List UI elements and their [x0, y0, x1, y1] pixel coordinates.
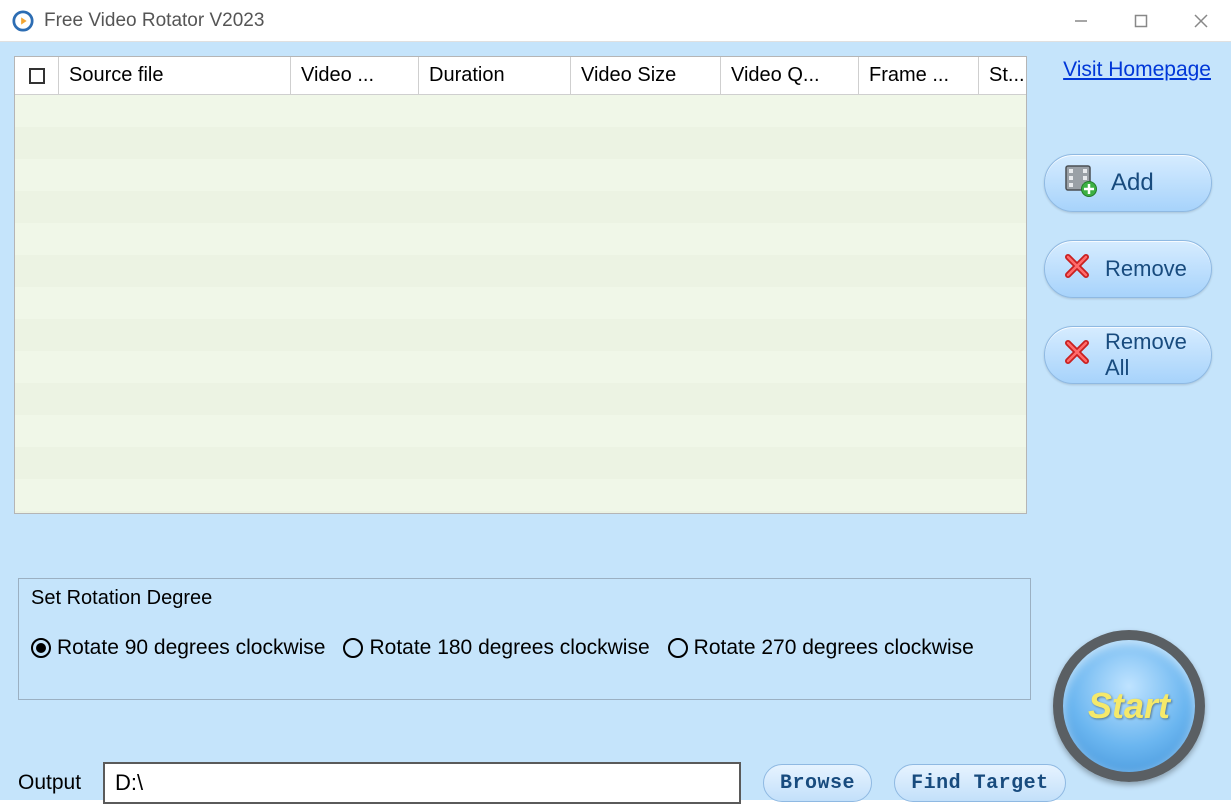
radio-270-label: Rotate 270 degrees clockwise: [694, 636, 974, 660]
client-area: Source file Video ... Duration Video Siz…: [0, 42, 1231, 800]
output-path-field[interactable]: D:\: [103, 762, 741, 804]
select-all-checkbox[interactable]: [15, 57, 59, 94]
rotation-group: Set Rotation Degree Rotate 90 degrees cl…: [18, 578, 1031, 700]
table-header: Source file Video ... Duration Video Siz…: [15, 57, 1026, 95]
table-body[interactable]: [15, 95, 1026, 513]
minimize-button[interactable]: [1051, 0, 1111, 42]
col-quality[interactable]: Video Q...: [721, 57, 859, 94]
file-table: Source file Video ... Duration Video Siz…: [14, 56, 1027, 514]
output-label: Output: [18, 771, 81, 795]
radio-180[interactable]: Rotate 180 degrees clockwise: [343, 636, 649, 660]
start-label: Start: [1088, 685, 1170, 727]
browse-button[interactable]: Browse: [763, 764, 872, 802]
app-title: Free Video Rotator V2023: [44, 10, 264, 32]
radio-270[interactable]: Rotate 270 degrees clockwise: [668, 636, 974, 660]
visit-homepage-link[interactable]: Visit Homepage: [1063, 58, 1211, 82]
titlebar: Free Video Rotator V2023: [0, 0, 1231, 42]
output-path-value: D:\: [115, 770, 143, 796]
radio-180-label: Rotate 180 degrees clockwise: [369, 636, 649, 660]
remove-all-button[interactable]: Remove All: [1044, 326, 1212, 384]
remove-label: Remove: [1105, 256, 1187, 282]
red-x-icon: [1063, 252, 1091, 286]
remove-all-label: Remove All: [1105, 329, 1211, 381]
film-plus-icon: [1063, 163, 1097, 204]
side-panel: Visit Homepage: [1039, 56, 1217, 514]
col-duration[interactable]: Duration: [419, 57, 571, 94]
start-button[interactable]: Start: [1053, 630, 1205, 782]
output-row: Output D:\ Browse Find Target: [18, 762, 1066, 804]
find-target-button[interactable]: Find Target: [894, 764, 1066, 802]
col-frame[interactable]: Frame ...: [859, 57, 979, 94]
browse-label: Browse: [780, 772, 855, 795]
rotation-title: Set Rotation Degree: [31, 587, 1018, 610]
col-source[interactable]: Source file: [59, 57, 291, 94]
app-icon: [12, 10, 34, 32]
col-size[interactable]: Video Size: [571, 57, 721, 94]
add-label: Add: [1111, 169, 1154, 197]
radio-90[interactable]: Rotate 90 degrees clockwise: [31, 636, 325, 660]
rotation-radios: Rotate 90 degrees clockwise Rotate 180 d…: [31, 636, 1018, 660]
radio-90-label: Rotate 90 degrees clockwise: [57, 636, 325, 660]
maximize-button[interactable]: [1111, 0, 1171, 42]
close-button[interactable]: [1171, 0, 1231, 42]
app-window: Free Video Rotator V2023 Source file Vid…: [0, 0, 1231, 800]
red-x-icon: [1063, 338, 1091, 372]
add-button[interactable]: Add: [1044, 154, 1212, 212]
col-format[interactable]: Video ...: [291, 57, 419, 94]
col-status[interactable]: St...: [979, 57, 1026, 94]
find-target-label: Find Target: [911, 772, 1049, 795]
remove-button[interactable]: Remove: [1044, 240, 1212, 298]
